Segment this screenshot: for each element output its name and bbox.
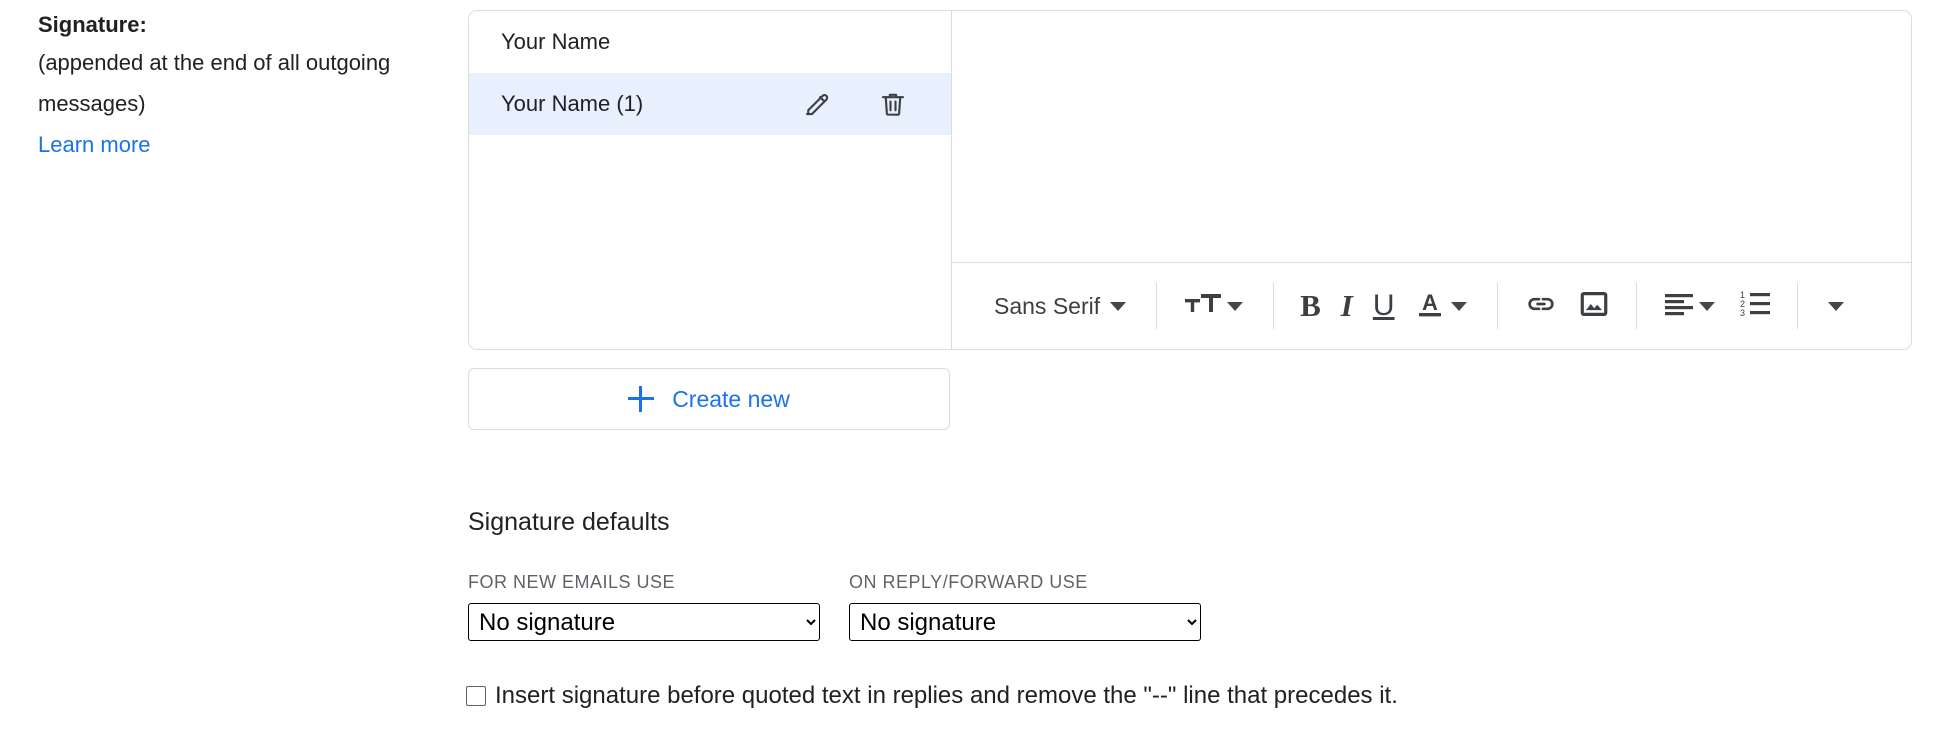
- chevron-down-icon: [1110, 301, 1127, 311]
- insert-link-button[interactable]: [1514, 283, 1568, 329]
- toolbar-divider: [1796, 283, 1798, 329]
- signature-name: Your Name: [501, 29, 611, 54]
- new-emails-caption: FOR NEW EMAILS USE: [468, 572, 676, 592]
- new-emails-default-group: FOR NEW EMAILS USE No signature: [468, 572, 820, 641]
- font-family-selector[interactable]: Sans Serif: [972, 283, 1140, 329]
- toolbar-divider: [1635, 283, 1637, 329]
- reply-forward-caption: ON REPLY/FORWARD USE: [849, 572, 1088, 592]
- signature-row-actions: [801, 88, 909, 120]
- insert-before-quoted-label[interactable]: Insert signature before quoted text in r…: [495, 682, 1398, 710]
- text-color-icon: A: [1415, 288, 1445, 325]
- create-new-signature-button[interactable]: Create new: [468, 368, 950, 430]
- page-title: Signature:: [38, 12, 147, 37]
- toolbar-divider: [1156, 283, 1158, 329]
- chevron-down-icon: [1227, 301, 1244, 311]
- numbered-list-button[interactable]: 1 2 3: [1729, 283, 1781, 329]
- more-formatting-options-button[interactable]: [1814, 283, 1858, 329]
- font-size-selector[interactable]: [1173, 283, 1257, 329]
- signature-list: Your Name Your Name (1): [469, 11, 952, 349]
- signature-defaults-heading: Signature defaults: [468, 508, 670, 536]
- insert-before-quoted-checkbox[interactable]: [466, 686, 486, 706]
- svg-text:3: 3: [1740, 308, 1745, 318]
- trash-icon[interactable]: [877, 88, 909, 120]
- reply-forward-signature-select[interactable]: No signature: [849, 603, 1201, 641]
- font-family-label: Sans Serif: [994, 292, 1101, 319]
- underline-button[interactable]: U: [1363, 283, 1405, 329]
- new-emails-signature-select[interactable]: No signature: [468, 603, 820, 641]
- signature-editor-content[interactable]: [952, 11, 1911, 263]
- chevron-down-icon: [1450, 301, 1467, 311]
- formatting-toolbar: Sans Serif B I U A 1 2 3: [952, 263, 1911, 349]
- chevron-down-icon: [1827, 301, 1844, 311]
- insert-image-button[interactable]: [1568, 283, 1620, 329]
- italic-button[interactable]: I: [1331, 283, 1363, 329]
- numbered-list-icon: 1 2 3: [1739, 289, 1771, 324]
- chevron-down-icon: [1698, 301, 1715, 311]
- align-left-icon: [1663, 290, 1695, 323]
- signature-description-line2: messages): [38, 91, 146, 116]
- image-icon: [1578, 288, 1610, 325]
- create-new-label: Create new: [672, 385, 790, 412]
- learn-more-link[interactable]: Learn more: [38, 124, 151, 165]
- align-button[interactable]: [1653, 283, 1729, 329]
- list-item[interactable]: Your Name (1): [469, 73, 951, 135]
- font-size-icon: [1183, 290, 1223, 323]
- plus-icon: [628, 386, 655, 412]
- toolbar-divider: [1273, 283, 1275, 329]
- insert-before-quoted-row: Insert signature before quoted text in r…: [466, 682, 1398, 710]
- svg-text:A: A: [1422, 290, 1438, 315]
- list-item[interactable]: Your Name: [469, 11, 951, 73]
- text-color-button[interactable]: A: [1405, 283, 1481, 329]
- signature-label-column: Signature: (appended at the end of all o…: [38, 8, 448, 165]
- signature-editor: Sans Serif B I U A 1 2 3: [952, 11, 1911, 349]
- bold-button[interactable]: B: [1290, 283, 1331, 329]
- reply-forward-default-group: ON REPLY/FORWARD USE No signature: [849, 572, 1201, 641]
- signature-name: Your Name (1): [501, 91, 644, 116]
- pencil-icon[interactable]: [801, 88, 833, 120]
- signature-description-line1: (appended at the end of all outgoing: [38, 50, 391, 75]
- link-icon: [1524, 287, 1558, 326]
- toolbar-divider: [1496, 283, 1498, 329]
- signature-card: Your Name Your Name (1) Sans Serif B I U…: [468, 10, 1912, 350]
